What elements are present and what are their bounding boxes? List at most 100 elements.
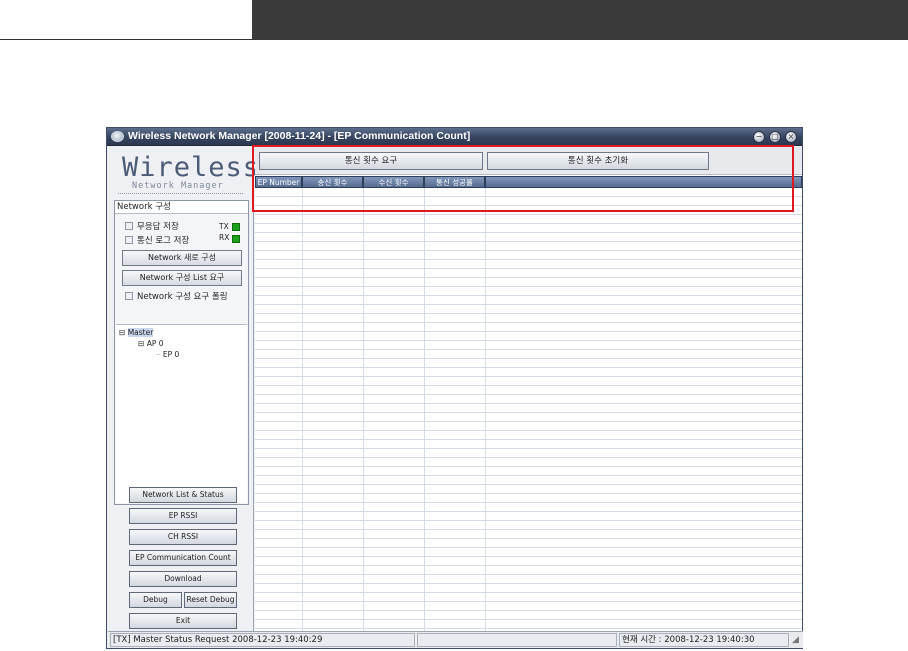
table-row[interactable]	[255, 539, 802, 548]
table-row[interactable]	[255, 260, 802, 269]
table-row[interactable]	[255, 620, 802, 629]
status-bar: [TX] Master Status Request 2008-12-23 19…	[108, 631, 803, 648]
table-row[interactable]	[255, 350, 802, 359]
table-row[interactable]	[255, 404, 802, 413]
table-row[interactable]	[255, 296, 802, 305]
config-polling-row[interactable]: Network 구성 요구 폴링	[125, 290, 228, 302]
maximize-button[interactable]: □	[769, 131, 781, 143]
ep-communication-count-button[interactable]: EP Communication Count	[129, 550, 237, 566]
config-polling-checkbox[interactable]	[125, 292, 133, 300]
network-list-status-button[interactable]: Network List & Status	[129, 487, 237, 503]
tree-node-ep0[interactable]: ┈ EP 0	[156, 350, 179, 359]
table-row[interactable]	[255, 242, 802, 251]
tree-node-master[interactable]: ⊟ Master	[119, 328, 154, 337]
table-row[interactable]	[255, 458, 802, 467]
table-row[interactable]	[255, 467, 802, 476]
annotation-highlight-box	[252, 145, 794, 212]
table-row[interactable]	[255, 548, 802, 557]
main-area: 통신 횟수 요구 통신 횟수 초기화 EP Number 송신 횟수 수신 횟수…	[255, 147, 802, 631]
tree-label-ep0: EP 0	[162, 350, 180, 359]
table-row[interactable]	[255, 521, 802, 530]
table-row[interactable]	[255, 377, 802, 386]
grid-column-divider	[485, 188, 486, 631]
close-button[interactable]: ×	[785, 131, 797, 143]
data-grid[interactable]	[255, 188, 802, 631]
status-clock: 현재 시간 : 2008-12-23 19:40:30	[619, 633, 789, 647]
network-config-list-button[interactable]: Network 구성 List 요구	[122, 270, 242, 286]
table-row[interactable]	[255, 422, 802, 431]
reset-debug-button[interactable]: Reset Debug	[184, 592, 237, 608]
table-row[interactable]	[255, 512, 802, 521]
table-row[interactable]	[255, 413, 802, 422]
table-row[interactable]	[255, 269, 802, 278]
table-row[interactable]	[255, 341, 802, 350]
table-row[interactable]	[255, 431, 802, 440]
window-title: Wireless Network Manager [2008-11-24] - …	[128, 130, 471, 142]
table-row[interactable]	[255, 224, 802, 233]
network-config-title: Network 구성	[115, 201, 248, 214]
no-response-save-row[interactable]: 무응답 저장	[125, 220, 179, 232]
table-row[interactable]	[255, 584, 802, 593]
tx-label: TX	[219, 222, 229, 231]
table-row[interactable]	[255, 494, 802, 503]
table-row[interactable]	[255, 305, 802, 314]
table-row[interactable]	[255, 440, 802, 449]
table-row[interactable]	[255, 314, 802, 323]
comm-log-save-checkbox[interactable]	[125, 236, 133, 244]
table-row[interactable]	[255, 359, 802, 368]
minimize-button[interactable]: −	[753, 131, 765, 143]
table-row[interactable]	[255, 386, 802, 395]
table-row[interactable]	[255, 233, 802, 242]
tree-node-ap0[interactable]: ⊟ AP 0	[138, 339, 164, 348]
config-polling-label: Network 구성 요구 폴링	[137, 292, 228, 302]
grid-column-divider	[424, 188, 425, 631]
no-response-save-label: 무응답 저장	[137, 222, 179, 232]
grid-column-divider	[363, 188, 364, 631]
ep-rssi-button[interactable]: EP RSSI	[129, 508, 237, 524]
table-row[interactable]	[255, 566, 802, 575]
document-header-bar	[252, 0, 908, 40]
download-button[interactable]: Download	[129, 571, 237, 587]
table-row[interactable]	[255, 278, 802, 287]
network-config-group: Network 구성 무응답 저장 TX 통신 로그 저장 RX Network…	[114, 200, 249, 505]
logo-divider	[118, 193, 243, 194]
table-row[interactable]	[255, 611, 802, 620]
table-row[interactable]	[255, 602, 802, 611]
ch-rssi-button[interactable]: CH RSSI	[129, 529, 237, 545]
comm-log-save-row[interactable]: 통신 로그 저장	[125, 234, 189, 246]
network-new-config-button[interactable]: Network 새로 구성	[122, 250, 242, 266]
tree-toggle-master[interactable]: ⊟	[119, 328, 125, 337]
app-icon	[111, 131, 124, 142]
table-row[interactable]	[255, 323, 802, 332]
comm-log-save-label: 통신 로그 저장	[137, 236, 190, 246]
table-row[interactable]	[255, 215, 802, 224]
exit-button[interactable]: Exit	[129, 613, 237, 629]
left-panel: Wireless Network Manager Network 구성 무응답 …	[108, 147, 259, 631]
document-header-rule	[0, 39, 252, 40]
table-row[interactable]	[255, 575, 802, 584]
table-row[interactable]	[255, 530, 802, 539]
tree-toggle-ap0[interactable]: ⊟	[138, 339, 144, 348]
tree-label-ap0: AP 0	[146, 339, 164, 348]
title-bar[interactable]: Wireless Network Manager [2008-11-24] - …	[107, 128, 802, 146]
no-response-save-checkbox[interactable]	[125, 222, 133, 230]
table-row[interactable]	[255, 449, 802, 458]
table-row[interactable]	[255, 557, 802, 566]
table-row[interactable]	[255, 476, 802, 485]
rx-indicator-icon	[232, 235, 240, 243]
table-row[interactable]	[255, 287, 802, 296]
table-row[interactable]	[255, 332, 802, 341]
table-row[interactable]	[255, 593, 802, 602]
table-row[interactable]	[255, 395, 802, 404]
debug-button[interactable]: Debug	[129, 592, 182, 608]
tree-label-master: Master	[127, 328, 154, 337]
table-row[interactable]	[255, 485, 802, 494]
logo-network-manager: Network Manager	[132, 181, 224, 191]
network-tree: ⊟ Master ⊟ AP 0 ┈ EP 0	[116, 324, 247, 503]
table-row[interactable]	[255, 251, 802, 260]
table-row[interactable]	[255, 503, 802, 512]
resize-grip-icon[interactable]: ◢	[792, 635, 799, 645]
table-row[interactable]	[255, 368, 802, 377]
status-message: [TX] Master Status Request 2008-12-23 19…	[110, 633, 415, 647]
document-page: Wireless Network Manager [2008-11-24] - …	[0, 0, 908, 651]
